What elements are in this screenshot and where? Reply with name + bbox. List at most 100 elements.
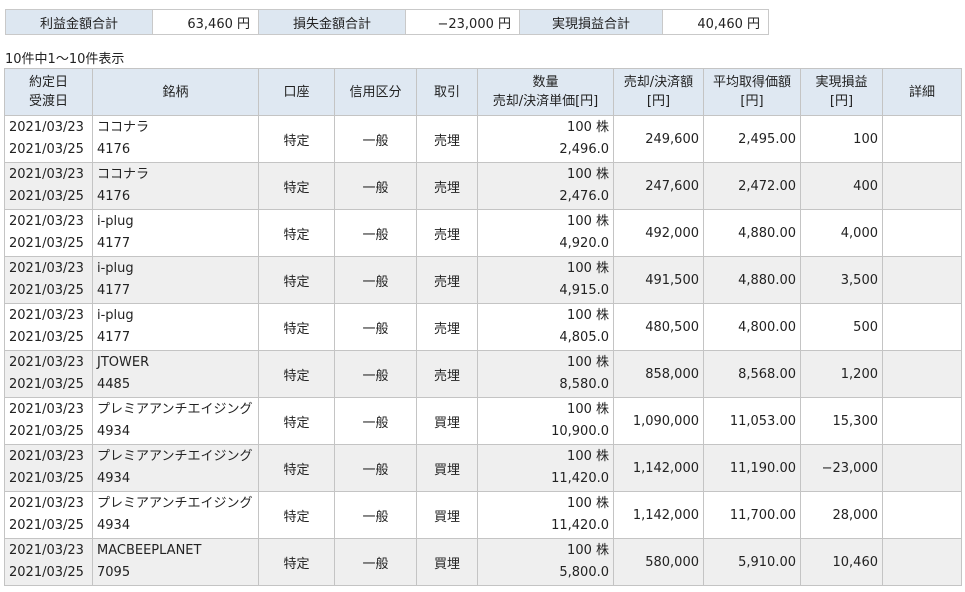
stock-name[interactable]: ココナラ — [97, 167, 149, 182]
settle-date: 2021/03/25 — [9, 424, 84, 439]
stock-cell[interactable]: JTOWER 4485 — [92, 350, 259, 398]
qty-price-cell: 100 株 5,800.0 — [477, 538, 614, 586]
detail-cell[interactable] — [882, 162, 962, 210]
date-cell: 2021/03/23 2021/03/25 — [4, 397, 93, 445]
account-cell: 特定 — [258, 303, 335, 351]
col-header-amount[interactable]: 売却/決済額 [円] — [613, 68, 704, 116]
header-trade-date: 約定日 — [28, 75, 68, 90]
unit-price: 11,420.0 — [551, 471, 609, 486]
qty-price-cell: 100 株 11,420.0 — [477, 444, 614, 492]
qty-price-cell: 100 株 11,420.0 — [477, 491, 614, 539]
settle-date: 2021/03/25 — [9, 189, 84, 204]
stock-name[interactable]: MACBEEPLANET — [97, 543, 201, 558]
date-cell: 2021/03/23 2021/03/25 — [4, 350, 93, 398]
stock-name[interactable]: JTOWER — [97, 355, 149, 370]
trade-type-cell: 売埋 — [416, 350, 478, 398]
date-cell: 2021/03/23 2021/03/25 — [4, 444, 93, 492]
stock-name[interactable]: ココナラ — [97, 120, 149, 135]
detail-cell[interactable] — [882, 491, 962, 539]
avg-cost-cell: 2,472.00 — [703, 162, 801, 210]
detail-cell[interactable] — [882, 538, 962, 586]
credit-cell: 一般 — [334, 444, 417, 492]
date-cell: 2021/03/23 2021/03/25 — [4, 538, 93, 586]
table-row[interactable]: 2021/03/23 2021/03/25 プレミアアンチエイジング 4934 特定… — [4, 491, 962, 539]
stock-cell[interactable]: MACBEEPLANET 7095 — [92, 538, 259, 586]
qty: 100 株 — [567, 449, 609, 464]
table-row[interactable]: 2021/03/23 2021/03/25 ココナラ 4176 特定 一般 売埋 1… — [4, 115, 962, 163]
loss-total-label: 損失金額合計 — [258, 9, 406, 35]
amount-cell: 249,600 — [613, 115, 704, 163]
stock-cell[interactable]: ココナラ 4176 — [92, 162, 259, 210]
table-row[interactable]: 2021/03/23 2021/03/25 MACBEEPLANET 7095 特定… — [4, 538, 962, 586]
stock-name[interactable]: i-plug — [97, 214, 134, 229]
detail-cell[interactable] — [882, 444, 962, 492]
table-row[interactable]: 2021/03/23 2021/03/25 i-plug 4177 特定 一般 売埋… — [4, 303, 962, 351]
trade-date: 2021/03/23 — [9, 308, 84, 323]
col-header-trade[interactable]: 取引 — [416, 68, 478, 116]
col-header-name[interactable]: 銘柄 — [92, 68, 259, 116]
stock-name[interactable]: i-plug — [97, 308, 134, 323]
table-row[interactable]: 2021/03/23 2021/03/25 i-plug 4177 特定 一般 売埋… — [4, 209, 962, 257]
date-cell: 2021/03/23 2021/03/25 — [4, 209, 93, 257]
qty: 100 株 — [567, 167, 609, 182]
table-row[interactable]: 2021/03/23 2021/03/25 i-plug 4177 特定 一般 売埋… — [4, 256, 962, 304]
qty: 100 株 — [567, 120, 609, 135]
detail-cell[interactable] — [882, 303, 962, 351]
stock-name[interactable]: プレミアアンチエイジング — [97, 402, 252, 417]
account-cell: 特定 — [258, 444, 335, 492]
profit-total-value: 63,460 円 — [152, 9, 259, 35]
stock-name[interactable]: i-plug — [97, 261, 134, 276]
header-pl: 実現損益 — [815, 75, 868, 90]
realized-pl-cell: 10,460 — [800, 538, 883, 586]
stock-cell[interactable]: プレミアアンチエイジング 4934 — [92, 444, 259, 492]
col-header-avg[interactable]: 平均取得価額 [円] — [703, 68, 801, 116]
trade-date: 2021/03/23 — [9, 214, 84, 229]
stock-name[interactable]: プレミアアンチエイジング — [97, 449, 252, 464]
table-row[interactable]: 2021/03/23 2021/03/25 プレミアアンチエイジング 4934 特定… — [4, 397, 962, 445]
stock-cell[interactable]: i-plug 4177 — [92, 303, 259, 351]
table-row[interactable]: 2021/03/23 2021/03/25 JTOWER 4485 特定 一般 売埋… — [4, 350, 962, 398]
credit-cell: 一般 — [334, 397, 417, 445]
stock-cell[interactable]: i-plug 4177 — [92, 209, 259, 257]
qty-price-cell: 100 株 2,496.0 — [477, 115, 614, 163]
trade-date: 2021/03/23 — [9, 496, 84, 511]
col-header-account[interactable]: 口座 — [258, 68, 335, 116]
realized-total-value: 40,460 円 — [662, 9, 769, 35]
detail-cell[interactable] — [882, 256, 962, 304]
trade-type-cell: 売埋 — [416, 303, 478, 351]
col-header-credit[interactable]: 信用区分 — [334, 68, 417, 116]
col-header-date[interactable]: 約定日 受渡日 — [4, 68, 93, 116]
table-row[interactable]: 2021/03/23 2021/03/25 プレミアアンチエイジング 4934 特定… — [4, 444, 962, 492]
trade-date: 2021/03/23 — [9, 402, 84, 417]
avg-cost-cell: 8,568.00 — [703, 350, 801, 398]
stock-code: 4177 — [97, 236, 131, 251]
detail-cell[interactable] — [882, 397, 962, 445]
stock-cell[interactable]: ココナラ 4176 — [92, 115, 259, 163]
col-header-qty[interactable]: 数量 売却/決済単価[円] — [477, 68, 614, 116]
settle-date: 2021/03/25 — [9, 142, 84, 157]
stock-cell[interactable]: プレミアアンチエイジング 4934 — [92, 397, 259, 445]
trade-type-cell: 買埋 — [416, 397, 478, 445]
credit-cell: 一般 — [334, 303, 417, 351]
credit-cell: 一般 — [334, 162, 417, 210]
qty: 100 株 — [567, 355, 609, 370]
table-row[interactable]: 2021/03/23 2021/03/25 ココナラ 4176 特定 一般 売埋 1… — [4, 162, 962, 210]
stock-code: 4934 — [97, 424, 131, 439]
detail-cell[interactable] — [882, 115, 962, 163]
trade-date: 2021/03/23 — [9, 120, 84, 135]
stock-code: 7095 — [97, 565, 131, 580]
col-header-pl[interactable]: 実現損益 [円] — [800, 68, 883, 116]
qty: 100 株 — [567, 214, 609, 229]
detail-cell[interactable] — [882, 209, 962, 257]
credit-cell: 一般 — [334, 350, 417, 398]
trade-type-cell: 買埋 — [416, 491, 478, 539]
realized-pl-table: 約定日 受渡日 銘柄 口座 信用区分 取引 数量 売却/決済単価[円] 売却/決済額… — [4, 68, 962, 586]
avg-cost-cell: 2,495.00 — [703, 115, 801, 163]
realized-pl-cell: 4,000 — [800, 209, 883, 257]
stock-cell[interactable]: i-plug 4177 — [92, 256, 259, 304]
col-header-detail: 詳細 — [882, 68, 962, 116]
detail-cell[interactable] — [882, 350, 962, 398]
stock-code: 4176 — [97, 189, 131, 204]
stock-name[interactable]: プレミアアンチエイジング — [97, 496, 252, 511]
stock-cell[interactable]: プレミアアンチエイジング 4934 — [92, 491, 259, 539]
